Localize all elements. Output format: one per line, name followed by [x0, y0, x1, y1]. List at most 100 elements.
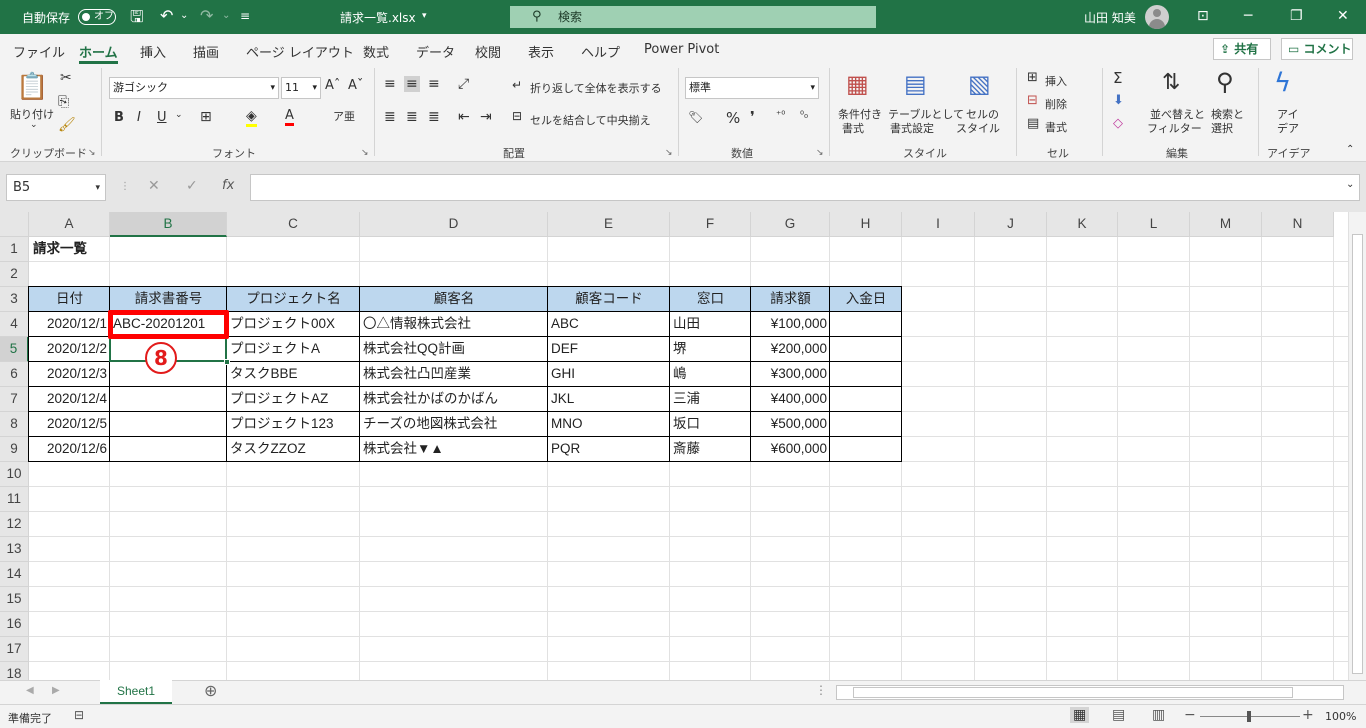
tab-data[interactable]: データ	[416, 42, 455, 61]
scroll-sheet-right-icon[interactable]: ▶	[52, 685, 60, 696]
close-icon[interactable]: ✕	[1337, 8, 1349, 24]
delete-cells-icon[interactable]: ⊟	[1027, 93, 1038, 108]
decrease-decimal-icon[interactable]: ⁰₀	[800, 110, 808, 121]
column-header-i[interactable]: I	[902, 212, 975, 237]
row-header-8[interactable]: 8	[0, 412, 29, 437]
table-cell[interactable]: ¥400,000	[754, 387, 827, 411]
row-header-11[interactable]: 11	[0, 487, 29, 512]
table-cell[interactable]: 〇△情報株式会社	[363, 312, 545, 336]
table-cell[interactable]: 堺	[673, 337, 748, 361]
font-launcher-icon[interactable]: ↘	[361, 148, 369, 158]
zoom-level[interactable]: 100%	[1325, 710, 1356, 723]
table-cell[interactable]: 株式会社かばのかばん	[363, 387, 545, 411]
orientation-icon[interactable]: ⤢	[458, 76, 469, 92]
share-button[interactable]: ⇪ 共有	[1213, 38, 1271, 60]
tab-formulas[interactable]: 数式	[363, 42, 389, 61]
comment-button[interactable]: ▭ コメント	[1281, 38, 1353, 60]
table-cell[interactable]: チーズの地図株式会社	[363, 412, 545, 436]
column-header-d[interactable]: D	[360, 212, 548, 237]
row-header-10[interactable]: 10	[0, 462, 29, 487]
vertical-scrollbar[interactable]	[1348, 212, 1366, 680]
fill-color-icon[interactable]: ◈	[246, 108, 257, 127]
align-top-icon[interactable]: ≡	[384, 76, 396, 92]
avatar[interactable]	[1145, 5, 1169, 29]
undo-icon[interactable]: ↶	[160, 6, 173, 25]
fill-icon[interactable]: ⬇	[1113, 93, 1124, 108]
increase-decimal-icon[interactable]: ⁺⁰	[776, 110, 785, 121]
new-sheet-icon[interactable]: ⊕	[204, 681, 217, 700]
insert-cells-icon[interactable]: ⊞	[1027, 70, 1038, 85]
tab-review[interactable]: 校閲	[475, 42, 501, 61]
search-box[interactable]: ⚲ 検索	[510, 6, 876, 28]
column-header-c[interactable]: C	[227, 212, 360, 237]
column-header-m[interactable]: M	[1190, 212, 1262, 237]
column-header-g[interactable]: G	[751, 212, 830, 237]
autosum-icon[interactable]: Σ	[1113, 69, 1122, 87]
wrap-text-button[interactable]: 折り返して全体を表示する	[530, 80, 662, 96]
align-bottom-icon[interactable]: ≡	[428, 76, 440, 92]
table-header-cell[interactable]: 顧客名	[360, 287, 548, 311]
column-header-j[interactable]: J	[975, 212, 1047, 237]
sheet-tab-sheet1[interactable]: Sheet1	[100, 680, 172, 704]
underline-dropdown-icon[interactable]: ⌄	[175, 110, 183, 120]
find-select-icon[interactable]: ⚲	[1216, 68, 1234, 96]
comma-style-icon[interactable]: ❜	[750, 108, 755, 126]
table-cell[interactable]: DEF	[551, 337, 667, 361]
sheet-title[interactable]: 請求一覧	[33, 237, 87, 261]
table-header-cell[interactable]: 請求書番号	[110, 287, 227, 311]
clear-icon[interactable]: ◇	[1113, 116, 1123, 131]
align-left-icon[interactable]: ≣	[384, 109, 396, 125]
page-break-view-icon[interactable]: ▥	[1152, 707, 1165, 723]
cell-styles-label-2[interactable]: スタイル	[956, 120, 1000, 136]
zoom-slider-thumb[interactable]	[1247, 711, 1251, 722]
format-cells-button[interactable]: 書式	[1045, 119, 1067, 135]
table-cell[interactable]: プロジェクト123	[230, 412, 357, 436]
tab-view[interactable]: 表示	[528, 42, 554, 61]
delete-cells-button[interactable]: 削除	[1045, 96, 1067, 112]
row-header-3[interactable]: 3	[0, 287, 29, 312]
merge-center-icon[interactable]: ⊟	[512, 109, 522, 123]
conditional-formatting-icon[interactable]: ▦	[846, 70, 869, 98]
number-format-select[interactable]: 標準 ▾	[685, 77, 819, 99]
font-size-select[interactable]: 11 ▾	[281, 77, 321, 99]
table-cell[interactable]: プロジェクトA	[230, 337, 357, 361]
row-header-9[interactable]: 9	[0, 437, 29, 462]
table-cell[interactable]: GHI	[551, 362, 667, 386]
row-header-15[interactable]: 15	[0, 587, 29, 612]
table-cell[interactable]: 株式会社▼▲	[363, 437, 545, 461]
table-header-cell[interactable]: 請求額	[751, 287, 830, 311]
column-header-f[interactable]: F	[670, 212, 751, 237]
table-cell[interactable]: ¥500,000	[754, 412, 827, 436]
column-header-h[interactable]: H	[830, 212, 902, 237]
minimize-icon[interactable]: ─	[1244, 8, 1252, 24]
tab-page-layout[interactable]: ページ レイアウト	[246, 42, 354, 61]
cell-styles-icon[interactable]: ▧	[968, 70, 991, 98]
normal-view-icon[interactable]: ▦	[1070, 707, 1090, 723]
table-cell[interactable]: PQR	[551, 437, 667, 461]
table-cell[interactable]: 山田	[673, 312, 748, 336]
column-header-e[interactable]: E	[548, 212, 670, 237]
page-layout-view-icon[interactable]: ▤	[1112, 707, 1125, 723]
table-cell[interactable]: 2020/12/1	[32, 312, 107, 336]
formula-input[interactable]	[250, 174, 1360, 201]
table-cell[interactable]: プロジェクトAZ	[230, 387, 357, 411]
table-cell[interactable]: MNO	[551, 412, 667, 436]
split-handle-icon[interactable]: ⋮	[815, 683, 827, 697]
table-cell[interactable]: 2020/12/4	[32, 387, 107, 411]
row-header-12[interactable]: 12	[0, 512, 29, 537]
copy-icon[interactable]: ⎘	[58, 94, 69, 110]
table-header-cell[interactable]: プロジェクト名	[227, 287, 360, 311]
align-center-icon[interactable]: ≣	[406, 109, 418, 125]
fill-handle[interactable]	[224, 359, 230, 365]
wrap-text-icon[interactable]: ↵	[512, 78, 522, 92]
table-header-cell[interactable]: 顧客コード	[548, 287, 670, 311]
table-cell[interactable]: 嶋	[673, 362, 748, 386]
redo-icon[interactable]: ↷	[200, 6, 213, 25]
table-cell[interactable]: タスクZZOZ	[230, 437, 357, 461]
format-as-table-icon[interactable]: ▤	[904, 70, 927, 98]
format-painter-icon[interactable]: 🖌	[58, 117, 76, 133]
zoom-in-icon[interactable]: +	[1302, 707, 1314, 723]
horizontal-scrollbar[interactable]	[836, 685, 1344, 700]
table-cell[interactable]: ¥200,000	[754, 337, 827, 361]
table-cell[interactable]: ABC	[551, 312, 667, 336]
